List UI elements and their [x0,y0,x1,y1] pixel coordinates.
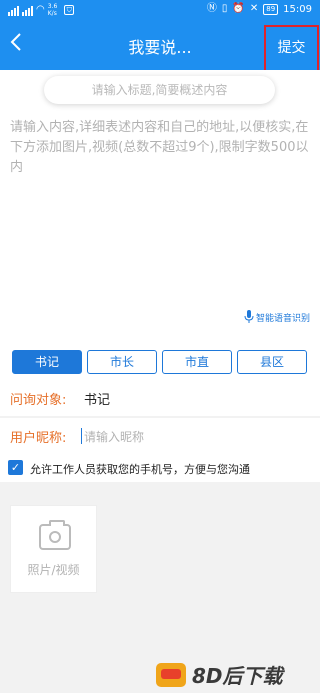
divider [0,482,320,490]
nickname-input[interactable]: 请输入昵称 [84,428,144,445]
back-button[interactable] [10,32,34,56]
nickname-row: 用户昵称: 请输入昵称 [0,418,320,454]
content-input[interactable]: 请输入内容,详细表述内容和自己的地址,以便核实,在下方添加图片,视频(总数不超过… [10,118,312,178]
network-speed: 3.6 K/s [47,3,58,17]
permission-label: 允许工作人员获取您的手机号，方便与您沟通 [30,463,250,476]
text-cursor [81,428,82,444]
target-value: 书记 [84,393,111,408]
voice-label: 智能语音识别 [255,313,310,324]
nickname-label: 用户昵称: [10,431,67,446]
submit-label: 提交 [277,40,306,56]
battery-icon: 89 [263,3,279,15]
target-tabs: 书记 市长 市直 县区 [0,338,320,384]
nfc-icon: Ⓝ [206,3,217,14]
watermark-logo-icon [156,662,186,687]
watermark: 8D后下载 [156,660,283,689]
nav-bar: 我要说... 提交 [0,20,320,73]
tab-shizhi[interactable]: 市直 [162,350,232,374]
camera-icon [39,520,71,550]
signal-icon [8,5,19,16]
upload-label: 照片/视频 [27,563,80,577]
target-label: 问询对象: [10,393,67,408]
submit-button[interactable]: 提交 [264,25,319,73]
tab-xianqu[interactable]: 县区 [237,350,307,374]
permission-row: ✓ 允许工作人员获取您的手机号，方便与您沟通 [0,454,320,482]
title-input[interactable]: 请输入标题,简要概述内容 [44,76,275,104]
upload-media-button[interactable]: 照片/视频 [10,505,97,593]
chevron-left-icon [10,33,21,51]
signal-icon-2 [22,5,33,16]
voice-recognition-button[interactable]: 智能语音识别 [244,310,310,324]
status-left: ◠ 3.6 K/s ⛉ [8,3,75,17]
tab-shuji[interactable]: 书记 [12,350,82,374]
content-area: 请输入标题,简要概述内容 请输入内容,详细表述内容和自己的地址,以便核实,在下方… [0,70,320,338]
vibrate-icon: ▯ [221,3,228,14]
target-row: 问询对象: 书记 [0,380,320,416]
alarm-icon: ⏰ [232,3,245,14]
status-bar: ◠ 3.6 K/s ⛉ Ⓝ ▯ ⏰ ✕ 89 15:09 [0,0,320,20]
mute-icon: ✕ [249,3,259,14]
tab-shizhang[interactable]: 市长 [87,350,157,374]
page-title: 我要说... [128,38,192,57]
permission-checkbox[interactable]: ✓ [8,460,23,475]
microphone-icon [244,310,254,323]
app-notification-icon: ⛉ [64,5,75,15]
clock: 15:09 [283,3,312,15]
status-right: Ⓝ ▯ ⏰ ✕ 89 15:09 [207,3,312,15]
watermark-text: 8D后下载 [192,664,283,688]
camera-lens [49,531,61,543]
wifi-icon: ◠ [36,4,45,15]
